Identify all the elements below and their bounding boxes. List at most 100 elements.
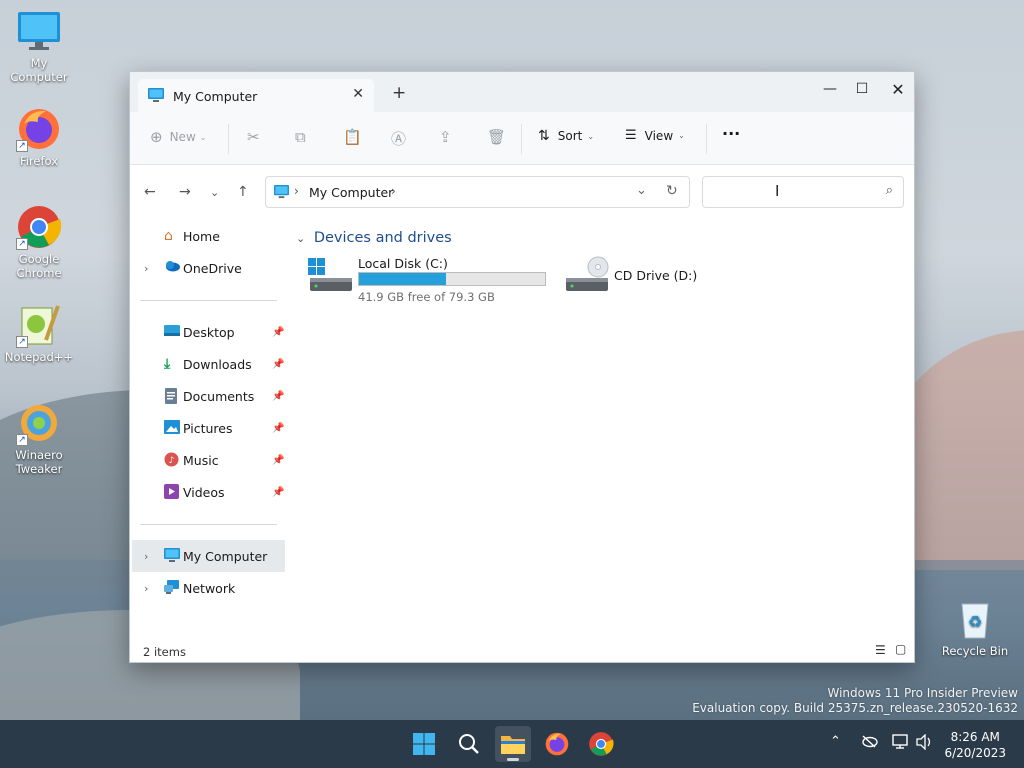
pin-icon[interactable]: 📌 (272, 391, 284, 402)
delete-button[interactable]: 🗑 (487, 128, 506, 146)
sidebar-item-my-computer[interactable]: › My Computer (132, 540, 285, 572)
more-options-button[interactable]: ··· (722, 124, 740, 143)
share-button[interactable]: ⇪ (439, 128, 452, 146)
sidebar-item-documents[interactable]: Documents 📌 (132, 380, 285, 412)
sidebar-item-network[interactable]: › Network (132, 572, 285, 604)
view-button[interactable]: ☰ View ⌄ (625, 128, 685, 143)
show-hidden-icons-button[interactable]: ⌃ (830, 734, 841, 749)
sidebar-item-label: OneDrive (183, 260, 242, 276)
sidebar-item-label: Downloads (183, 356, 252, 372)
content-pane: ⌄ Devices and drives Local Disk (C:) 41.… (286, 218, 914, 638)
tab-close-button[interactable]: ✕ (352, 86, 364, 102)
firefox-icon: ↗ (16, 106, 62, 152)
list-view-icon: ☰ (875, 643, 886, 657)
address-bar[interactable]: › My Computer › ⌄ ↻ (265, 176, 690, 208)
search-icon[interactable]: ⌕ (886, 183, 893, 198)
breadcrumb-chevron-icon[interactable]: › (294, 184, 299, 198)
new-tab-button[interactable]: + (392, 83, 406, 103)
sort-button-label: Sort (557, 129, 583, 143)
desktop-icon-chrome[interactable]: ↗ Google Chrome (1, 204, 77, 280)
search-input[interactable] (711, 178, 871, 206)
recent-locations-button[interactable]: ⌄ (210, 186, 219, 199)
sidebar-item-label: Documents (183, 388, 255, 404)
group-header-devices[interactable]: ⌄ Devices and drives (296, 230, 452, 246)
details-view-button[interactable]: ☰ (875, 643, 886, 657)
sidebar-item-downloads[interactable]: ⤓ Downloads 📌 (132, 348, 285, 380)
drive-cd-drive-d[interactable]: CD Drive (D:) (564, 256, 724, 306)
sidebar-item-pictures[interactable]: Pictures 📌 (132, 412, 285, 444)
pin-icon[interactable]: 📌 (272, 327, 284, 338)
cut-button[interactable]: ✂ (247, 128, 260, 146)
toolbar-divider (228, 124, 229, 154)
arrow-up-icon: ↑ (237, 184, 249, 200)
pin-icon[interactable]: 📌 (272, 359, 284, 370)
breadcrumb-my-computer[interactable]: My Computer (309, 185, 393, 200)
title-bar[interactable]: My Computer ✕ + — ☐ ✕ (130, 72, 914, 112)
taskbar-chrome[interactable] (583, 726, 619, 762)
tab-title: My Computer (173, 89, 258, 104)
address-history-dropdown[interactable]: ⌄ (636, 183, 647, 198)
large-icons-view-button[interactable]: ▢ (895, 642, 906, 656)
pin-icon[interactable]: 📌 (272, 423, 284, 434)
desktop-icon-recycle-bin[interactable]: ♻ Recycle Bin (937, 596, 1013, 658)
sidebar-item-videos[interactable]: Videos 📌 (132, 476, 285, 508)
refresh-button[interactable]: ↻ (666, 183, 678, 199)
sidebar-item-music[interactable]: ♪ Music 📌 (132, 444, 285, 476)
chevron-down-icon: ⌄ (210, 186, 220, 199)
drive-local-disk-c[interactable]: Local Disk (C:) 41.9 GB free of 79.3 GB (308, 256, 558, 306)
arrow-right-icon: → (179, 184, 191, 200)
view-icon: ☰ (625, 128, 637, 143)
sort-button[interactable]: ⇅ Sort ⌄ (538, 128, 594, 144)
desktop-icon-firefox[interactable]: ↗ Firefox (1, 106, 77, 168)
sidebar-item-onedrive[interactable]: › OneDrive (132, 252, 285, 284)
taskbar-clock[interactable]: 8:26 AM 6/20/2023 (944, 729, 1006, 761)
windows-logo-icon (413, 733, 435, 755)
desktop-icon-label: My Computer (10, 56, 68, 84)
pin-icon[interactable]: 📌 (272, 487, 284, 498)
watermark-line: Windows 11 Pro Insider Preview (827, 686, 1018, 700)
new-button[interactable]: ⊕ New ⌄ (150, 128, 206, 146)
volume-tray-icon[interactable] (916, 733, 934, 753)
paste-button[interactable]: 📋 (343, 128, 362, 146)
start-button[interactable] (406, 726, 442, 762)
desktop-icon-winaero-tweaker[interactable]: ↗ Winaero Tweaker (1, 400, 77, 476)
chevron-right-icon[interactable]: › (144, 262, 148, 275)
desktop-icon-notepadpp[interactable]: ↗ Notepad++ (1, 302, 77, 364)
breadcrumb-chevron-icon[interactable]: › (391, 184, 396, 198)
tab-my-computer[interactable]: My Computer ✕ (138, 79, 374, 112)
drive-usage-bar (358, 272, 546, 286)
rename-button[interactable]: Ⓐ (391, 128, 406, 149)
taskbar-file-explorer[interactable] (495, 726, 531, 762)
chevron-down-icon: ⌄ (678, 131, 685, 140)
chevron-right-icon[interactable]: › (144, 582, 148, 595)
chevron-down-icon: ⌄ (296, 232, 306, 245)
close-button[interactable]: ✕ (881, 75, 915, 103)
cloud-icon (164, 260, 180, 276)
onedrive-tray-icon[interactable] (860, 734, 878, 751)
forward-button[interactable]: → (179, 184, 191, 200)
cd-drive-icon (564, 256, 610, 297)
shortcut-arrow-icon: ↗ (16, 238, 28, 250)
sidebar-item-desktop[interactable]: Desktop 📌 (132, 316, 285, 348)
copy-button[interactable]: ⧉ (295, 128, 306, 146)
search-box[interactable]: I ⌕ (702, 176, 904, 208)
drive-name: Local Disk (C:) (358, 256, 448, 271)
pin-icon[interactable]: 📌 (272, 455, 284, 466)
taskbar-search-button[interactable] (451, 726, 487, 762)
scissors-icon: ✂ (247, 128, 260, 146)
notepad-plus-plus-icon: ↗ (16, 302, 62, 348)
sidebar-item-home[interactable]: ⌂ Home (132, 220, 285, 252)
taskbar-firefox[interactable] (539, 726, 575, 762)
view-button-label: View (644, 128, 674, 143)
chevron-down-icon: ⌄ (199, 132, 207, 142)
chevron-right-icon[interactable]: › (144, 550, 148, 563)
maximize-button[interactable]: ☐ (845, 75, 879, 103)
active-indicator (507, 758, 519, 761)
desktop-icon-my-computer[interactable]: My Computer (1, 8, 77, 84)
chrome-icon (589, 732, 614, 756)
back-button[interactable]: ← (144, 184, 156, 200)
up-button[interactable]: ↑ (237, 184, 249, 200)
minimize-button[interactable]: — (813, 75, 847, 103)
network-tray-icon[interactable] (892, 734, 910, 753)
chevron-up-icon: ⌃ (830, 734, 841, 749)
